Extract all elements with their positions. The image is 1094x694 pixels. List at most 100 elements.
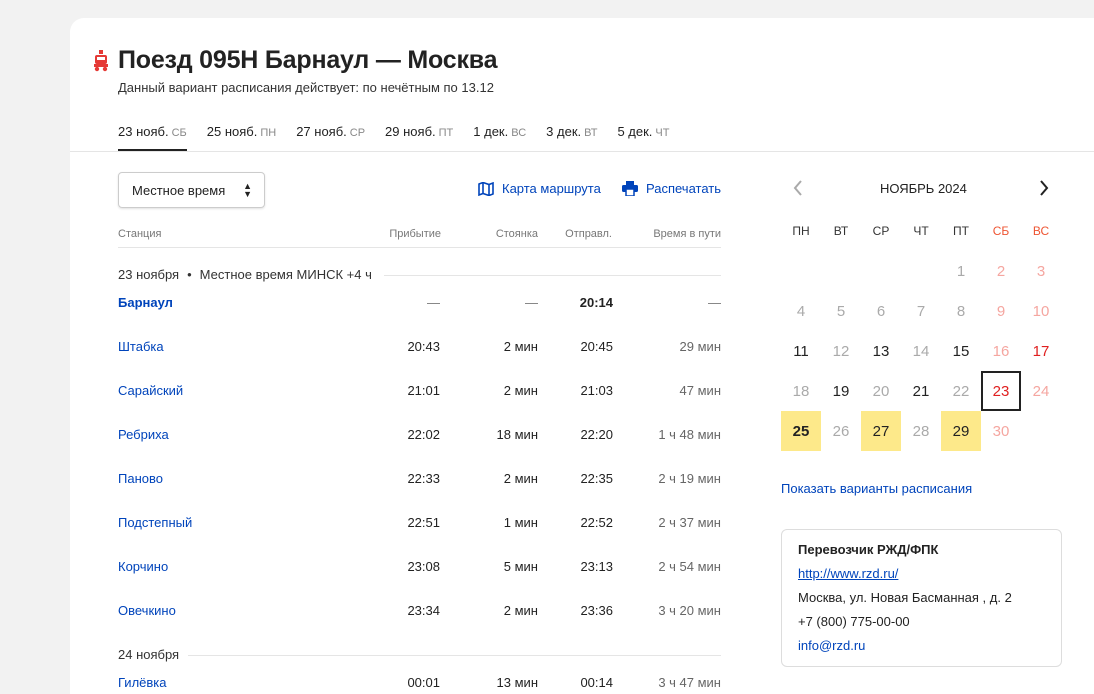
arrival-time: 22:02 [407,427,440,442]
stop-duration: 2 мин [503,383,538,398]
date-divider [188,655,721,656]
weekday-header: ПН [792,224,810,238]
calendar-day: 16 [992,342,1010,360]
map-icon [478,181,494,196]
stop-duration: — [525,295,538,310]
tabs-divider [70,151,1094,152]
calendar-day: 9 [996,302,1006,320]
show-variants-link[interactable]: Показать варианты расписания [781,481,972,496]
calendar-day: 18 [792,382,810,400]
col-header-departure: Отправл. [565,228,612,240]
travel-time: 2 ч 37 мин [658,515,721,530]
calendar-day: 26 [832,422,850,440]
tab-date-6[interactable]: 3 дек. ВТ [546,124,597,151]
calendar-day[interactable]: 11 [781,331,821,371]
station-link[interactable]: Барнаул [118,295,173,310]
next-month-button[interactable] [1038,178,1050,203]
tab-dow: ПТ [438,127,454,139]
station-link[interactable]: Корчино [118,559,168,574]
travel-time: 1 ч 48 мин [658,427,721,442]
carrier-card: Перевозчик РЖД/ФПК http://www.rzd.ru/ Мо… [781,529,1062,667]
tab-label: 1 дек. [473,124,509,139]
table-row: Барнаул — — 20:14 — [118,295,721,315]
tab-dow: СР [349,127,366,139]
print-link[interactable]: Распечатать [622,181,721,196]
calendar-day: 12 [832,342,850,360]
arrival-time: 22:51 [407,515,440,530]
tab-label: 3 дек. [546,124,582,139]
carrier-email-link[interactable]: info@rzd.ru [798,638,1045,662]
stop-duration: 2 мин [503,603,538,618]
departure-time: 22:20 [580,427,613,442]
tab-label: 23 нояб. [118,124,169,139]
timezone-select[interactable]: Местное время ▲ ▼ [118,172,265,208]
page-title: Поезд 095Н Барнаул — Москва [118,46,498,74]
route-map-label: Карта маршрута [502,181,601,196]
calendar-day: 2 [996,262,1006,280]
calendar-day: 8 [956,302,966,320]
carrier-address: Москва, ул. Новая Басманная , д. 2 [798,590,1012,605]
chevron-left-icon [793,180,802,196]
calendar-day: 30 [992,422,1010,440]
arrival-time: 00:01 [407,675,440,690]
departure-time: 20:45 [580,339,613,354]
calendar-day-highlighted[interactable]: 25 [781,411,821,451]
arrival-time: 23:08 [407,559,440,574]
departure-time: 21:03 [580,383,613,398]
col-header-stop: Стоянка [495,228,538,240]
arrival-time: 20:43 [407,339,440,354]
stop-duration: 1 мин [503,515,538,530]
arrival-time: — [427,295,440,310]
station-link[interactable]: Подстепный [118,515,192,530]
weekday-header: ВТ [833,224,849,238]
weekday-header: СБ [992,224,1010,238]
weekday-header: ПТ [953,224,969,238]
calendar-day-selected[interactable]: 23 [981,371,1021,411]
calendar-day-highlighted[interactable]: 27 [861,411,901,451]
date-separator: 24 ноября [118,647,179,662]
carrier-website-link[interactable]: http://www.rzd.ru/ [798,566,1045,590]
tab-date-7[interactable]: 5 дек. ЧТ [617,124,669,151]
calendar-day[interactable]: 15 [941,331,981,371]
calendar-day[interactable]: 17 [1021,331,1061,371]
station-link[interactable]: Ребриха [118,427,169,442]
station-link[interactable]: Паново [118,471,163,486]
weekday-header: СР [872,224,890,238]
timezone-select-value: Местное время [132,183,226,198]
calendar-day: 10 [1032,302,1050,320]
calendar-day: 4 [796,302,806,320]
calendar-month: НОЯБРЬ 2024 [880,181,967,196]
calendar-day: 24 [1032,382,1050,400]
prev-month-button[interactable] [792,178,804,203]
table-row: Овечкино 23:34 2 мин 23:36 3 ч 20 мин [118,603,721,623]
date-tabs: 23 нояб. СБ 25 нояб. ПН 27 нояб. СР 29 нояб… [118,124,689,152]
tab-date-3[interactable]: 27 нояб. СР [296,124,365,151]
route-map-link[interactable]: Карта маршрута [478,181,601,196]
travel-time: 3 ч 47 мин [658,675,721,690]
arrival-time: 21:01 [407,383,440,398]
tab-date-1[interactable]: 23 нояб. СБ [118,124,187,151]
station-link[interactable]: Гилёвка [118,675,167,690]
train-icon [92,49,110,73]
tab-dow: ЧТ [655,127,670,139]
departure-time: 23:13 [580,559,613,574]
tab-date-2[interactable]: 25 нояб. ПН [207,124,276,151]
station-link[interactable]: Сарайский [118,383,183,398]
calendar-day[interactable]: 21 [901,371,941,411]
select-arrows-icon: ▲ ▼ [243,181,252,199]
calendar-day[interactable]: 19 [821,371,861,411]
table-row: Сарайский 21:01 2 мин 21:03 47 мин [118,383,721,403]
calendar-day: 20 [872,382,890,400]
departure-time: 22:52 [580,515,613,530]
tab-label: 5 дек. [617,124,653,139]
tab-date-4[interactable]: 29 нояб. ПТ [385,124,453,151]
departure-time: 00:14 [580,675,613,690]
departure-time: 20:14 [579,295,613,310]
tab-date-5[interactable]: 1 дек. ВС [473,124,526,151]
calendar-day: 6 [876,302,886,320]
schedule-validity: Данный вариант расписания действует: по … [118,80,494,95]
station-link[interactable]: Овечкино [118,603,176,618]
station-link[interactable]: Штабка [118,339,164,354]
calendar-day-highlighted[interactable]: 29 [941,411,981,451]
calendar-day[interactable]: 13 [861,331,901,371]
